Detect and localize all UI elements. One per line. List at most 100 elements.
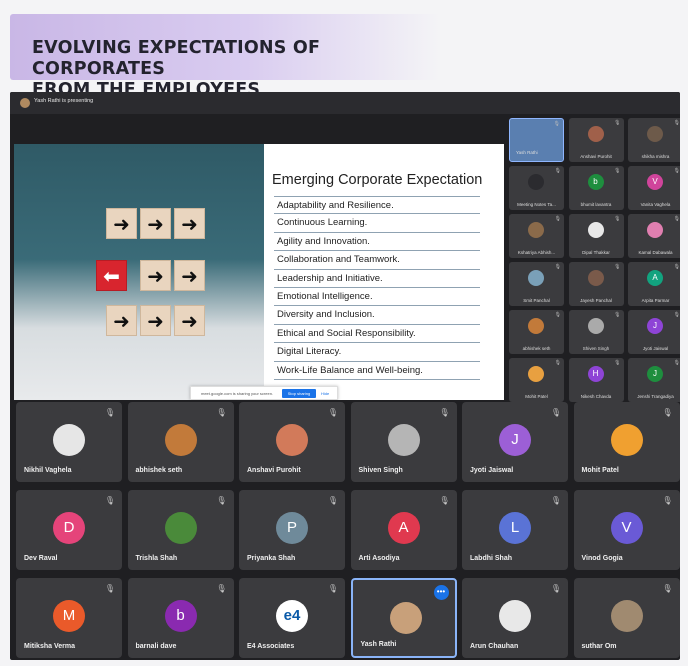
participant-tile-small[interactable]: 🎙 Shiven Singh <box>568 310 624 354</box>
avatar <box>164 512 197 544</box>
mic-muted-icon: 🎙 <box>216 496 227 505</box>
participant-tile[interactable]: 🎙 Shiven Singh <box>350 402 457 482</box>
title-banner: EVOLVING EXPECTATIONS OF CORPORATES FROM… <box>10 14 440 100</box>
participant-name: Mitiksha Verma <box>24 643 75 650</box>
stop-sharing-button[interactable]: Stop sharing <box>282 389 316 398</box>
mic-muted-icon: 🎙 <box>662 584 673 593</box>
participant-tile[interactable]: 🎙 L Labdhi Shah <box>462 490 568 570</box>
participant-tile[interactable]: 🎙 Trishla Shah <box>127 490 234 570</box>
participant-tile[interactable]: 🎙 P Priyanka Shah <box>239 490 345 570</box>
avatar <box>647 222 663 238</box>
participant-tile[interactable]: 🎙 suthar Om <box>573 578 680 658</box>
mic-muted-icon: 🎙 <box>104 408 115 417</box>
participant-tile[interactable]: 🎙 M Mitiksha Verma <box>16 578 122 658</box>
participant-tile-small[interactable]: 🎙 Dipal Thakkar <box>568 214 624 258</box>
participant-tile[interactable]: 🎙 Arun Chauhan <box>462 578 568 658</box>
mic-muted-icon: 🎙 <box>550 408 561 417</box>
participant-name: Jenshi Trangadiya <box>637 394 674 399</box>
participant-tile-small[interactable]: 🎙 Mohit Patel <box>509 358 564 402</box>
participant-tile-small[interactable]: 🎙 V Vanita Vaghela <box>628 166 680 210</box>
cube-arrow-right: ➜ <box>106 305 137 336</box>
participant-name: Kshatriya Abhish... <box>517 250 556 255</box>
avatar: J <box>647 318 663 334</box>
mic-muted-icon: 🎙 <box>673 312 680 318</box>
shared-slide: ➜ ➜ ➜ ⬅ ➜ ➜ ➜ ➜ ➜ Emerging Corporate Exp… <box>14 144 504 400</box>
participant-name: Jyoti Jaiswal <box>642 346 669 351</box>
mic-muted-icon: 🎙 <box>614 120 621 126</box>
participant-tile-small[interactable]: 🎙 abhishek seth <box>509 310 564 354</box>
participant-tile[interactable]: 🎙 abhishek seth <box>127 402 234 482</box>
participant-name: Vanita Vaghela <box>640 202 671 207</box>
cube-arrow-right: ➜ <box>106 208 137 239</box>
participant-tile[interactable]: 🎙 Nikhil Vaghela <box>16 402 122 482</box>
mic-muted-icon: 🎙 <box>662 408 673 417</box>
participant-tile[interactable]: 🎙 b barnali dave <box>127 578 234 658</box>
participant-tile-small[interactable]: 🎙 b bhumit lavantra <box>568 166 624 210</box>
mic-muted-icon: 🎙 <box>104 496 115 505</box>
more-options-icon[interactable]: ••• <box>433 585 449 600</box>
participant-name: Arpita Parmar <box>641 298 670 303</box>
participant-tile[interactable]: 🎙 J Jyoti Jaiswal <box>462 402 568 482</box>
presenter-avatar <box>20 98 30 108</box>
avatar: J <box>499 424 531 456</box>
avatar: J <box>647 366 663 382</box>
participant-name: Arun Chauhan <box>470 643 519 650</box>
participant-tile[interactable]: 🎙 e4 E4 Associates <box>239 578 345 658</box>
participant-name: abhishek seth <box>522 346 551 351</box>
participant-name: abhishek seth <box>135 467 183 474</box>
participant-tile-small[interactable]: 🎙 A Arpita Parmar <box>628 262 680 306</box>
cube-arrow-right: ➜ <box>140 305 171 336</box>
hide-share-bar-link[interactable]: Hide <box>321 391 329 396</box>
participant-tile-small[interactable]: 🎙 J Jenshi Trangadiya <box>628 358 680 402</box>
participant-name: Yash Rathi <box>516 150 538 155</box>
avatar: b <box>587 174 604 190</box>
participant-tile[interactable]: 🎙 D Dev Raval <box>16 490 122 570</box>
avatar: A <box>387 512 420 544</box>
participant-tile[interactable]: 🎙 V Vinod Gogia <box>573 490 680 570</box>
participant-tile[interactable]: 🎙 Mohit Patel <box>573 402 680 482</box>
participant-name: barnali dave <box>135 643 177 650</box>
mic-muted-icon: 🎙 <box>554 168 561 174</box>
avatar <box>164 424 197 456</box>
participant-tile[interactable]: 🎙 Anshavi Purohit <box>239 402 345 482</box>
mic-muted-icon: 🎙 <box>554 312 561 318</box>
participant-tile-small[interactable]: 🎙 J Jyoti Jaiswal <box>628 310 680 354</box>
participant-name: Vinod Gogia <box>581 555 623 562</box>
mic-muted-icon: 🎙 <box>104 584 115 593</box>
slide-list-item: Digital Literacy. <box>274 343 480 362</box>
mic-muted-icon: 🎙 <box>550 496 561 505</box>
avatar <box>587 270 604 286</box>
presenting-text: Yash Rathi is presenting <box>34 98 94 104</box>
slide-list-item: Leadership and Initiative. <box>274 270 480 288</box>
participant-tile-small[interactable]: 🎙 Anshavi Purohit <box>568 118 624 162</box>
participant-name: suthar Om <box>581 643 617 650</box>
participant-tile-small[interactable]: 🎙 Smit Panchal <box>509 262 564 306</box>
avatar <box>528 270 544 286</box>
participant-tile-small[interactable]: 🎙 Kamal Dabawala <box>628 214 680 258</box>
participant-name: shikha mishra <box>641 154 670 159</box>
participant-tile-small[interactable]: 🎙 Kshatriya Abhish... <box>509 214 564 258</box>
participant-tile-small[interactable]: 🎙 Jayesh Panchal <box>568 262 624 306</box>
participant-name: Anshavi Purohit <box>247 467 301 474</box>
participant-tile-small[interactable]: 🎙 H Nikesh Chavda <box>568 358 624 402</box>
participant-tile[interactable]: 🎙 A Arti Asodiya <box>350 490 457 570</box>
cube-arrow-right: ➜ <box>174 305 205 336</box>
presenting-bar: Yash Rathi is presenting <box>10 92 680 114</box>
participant-tile-small[interactable]: 🎙 Meeting Notes Ta... <box>509 166 564 210</box>
participant-name: Nikhil Vaghela <box>24 467 72 474</box>
mic-muted-icon: 🎙 <box>614 360 621 366</box>
avatar <box>528 366 544 382</box>
mic-muted-icon: 🎙 <box>673 264 680 270</box>
participant-tile[interactable]: ••• Yash Rathi <box>350 578 457 658</box>
participant-name: bhumit lavantra <box>580 202 612 207</box>
mic-muted-icon: 🎙 <box>554 360 561 366</box>
participant-tile-small[interactable]: 🎙 shikha mishra <box>628 118 680 162</box>
mic-muted-icon: 🎙 <box>662 496 673 505</box>
participant-name: Yash Rathi <box>360 641 397 648</box>
participant-name: Dev Raval <box>24 555 58 562</box>
avatar <box>587 222 604 238</box>
participant-tile-small[interactable]: 🎙 Yash Rathi <box>509 118 564 162</box>
slide-list-item: Continuous Learning. <box>274 214 480 233</box>
avatar <box>647 126 663 142</box>
mic-muted-icon: 🎙 <box>439 408 450 417</box>
